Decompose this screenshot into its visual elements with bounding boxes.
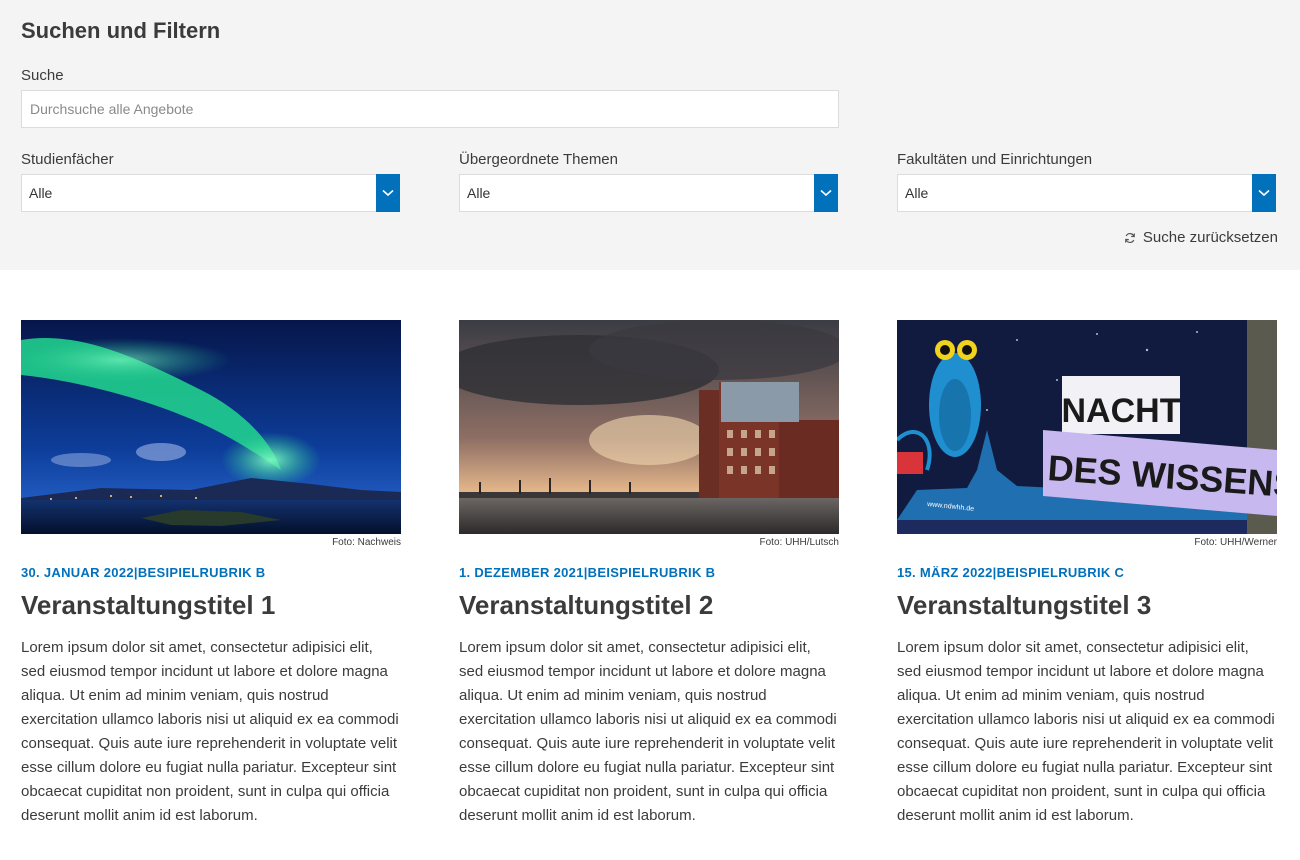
chevron-down-icon[interactable] xyxy=(1252,174,1276,212)
select-label-studienfaecher: Studienfächer xyxy=(21,151,114,168)
select-value: Alle xyxy=(905,185,929,201)
event-title[interactable]: Veranstaltungstitel 3 xyxy=(897,590,1277,621)
event-image[interactable] xyxy=(21,320,401,534)
event-meta: 15. März 2022|Beispielrubrik C xyxy=(897,565,1125,580)
select-fakultaeten[interactable]: Alle xyxy=(897,174,1276,212)
select-label-themen: Übergeordnete Themen xyxy=(459,151,618,168)
select-studienfaecher[interactable]: Alle xyxy=(21,174,400,212)
search-filter-panel: Suchen und Filtern Suche Studienfächer A… xyxy=(0,0,1300,270)
event-title[interactable]: Veranstaltungstitel 2 xyxy=(459,590,839,621)
event-text: Lorem ipsum dolor sit amet, consectetur … xyxy=(459,639,837,824)
photo-credit: Foto: UHH/Lutsch xyxy=(759,537,839,548)
event-title[interactable]: Veranstaltungstitel 1 xyxy=(21,590,401,621)
refresh-icon xyxy=(1125,232,1135,243)
select-value: Alle xyxy=(467,185,491,201)
photo-credit: Foto: Nachweis xyxy=(332,537,401,548)
event-card[interactable]: NACHT DES WISSENS www.ndwhh.de Foto: UHH… xyxy=(897,320,1277,828)
nacht-des-wissens-image: NACHT DES WISSENS www.ndwhh.de xyxy=(897,320,1277,534)
select-themen[interactable]: Alle xyxy=(459,174,838,212)
aurora-image xyxy=(21,320,401,534)
search-input[interactable] xyxy=(21,90,839,128)
harbor-image xyxy=(459,320,839,534)
filter-title: Suchen und Filtern xyxy=(21,18,221,43)
event-meta: 1. Dezember 2021|Beispielrubrik B xyxy=(459,565,716,580)
search-label: Suche xyxy=(21,67,64,84)
chevron-down-icon[interactable] xyxy=(814,174,838,212)
event-image[interactable]: NACHT DES WISSENS www.ndwhh.de xyxy=(897,320,1277,534)
select-value: Alle xyxy=(29,185,53,201)
event-card[interactable]: Foto: Nachweis 30. Januar 2022|Besipielr… xyxy=(21,320,401,828)
chevron-down-icon[interactable] xyxy=(376,174,400,212)
event-image[interactable] xyxy=(459,320,839,534)
event-text: Lorem ipsum dolor sit amet, consectetur … xyxy=(21,639,399,824)
event-text: Lorem ipsum dolor sit amet, consectetur … xyxy=(897,639,1275,824)
reset-search-link[interactable]: Suche zurücksetzen xyxy=(1124,229,1278,246)
banner-text-1: NACHT xyxy=(1062,392,1181,430)
reset-label: Suche zurücksetzen xyxy=(1142,229,1278,246)
select-label-fakultaeten: Fakultäten und Einrichtungen xyxy=(897,151,1093,168)
photo-credit: Foto: UHH/Werner xyxy=(1194,537,1277,548)
event-meta: 30. Januar 2022|Besipielrubrik B xyxy=(21,565,266,580)
event-card[interactable]: Foto: UHH/Lutsch 1. Dezember 2021|Beispi… xyxy=(459,320,839,828)
